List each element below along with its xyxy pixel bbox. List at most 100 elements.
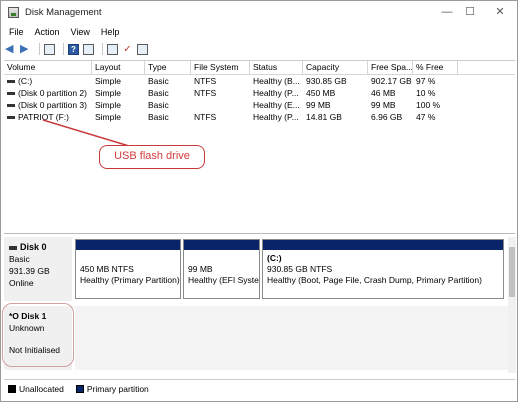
column-percent-free[interactable]: % Free xyxy=(413,61,458,74)
partition-title xyxy=(188,253,255,264)
volume-capacity: 99 MB xyxy=(306,100,331,110)
primary-partition-swatch xyxy=(75,384,84,393)
volume-row[interactable]: PATRIOT (F:) Simple Basic NTFS Healthy (… xyxy=(4,111,515,123)
menu-file[interactable]: File xyxy=(9,27,24,37)
volume-percent-free: 47 % xyxy=(416,112,436,122)
disk-management-app-icon xyxy=(8,6,19,18)
menu-help[interactable]: Help xyxy=(101,27,120,37)
forward-arrow-icon[interactable]: ▶ xyxy=(20,43,31,55)
volume-status: Healthy (P... xyxy=(253,112,299,122)
volume-file-system: NTFS xyxy=(194,112,217,122)
volume-free-space: 902.17 GB xyxy=(371,76,412,86)
drive-icon xyxy=(7,92,15,96)
disk1-highlight xyxy=(2,303,74,367)
volume-name: PATRIOT (F:) xyxy=(18,112,69,122)
vertical-scrollbar[interactable] xyxy=(508,237,516,373)
volume-type: Basic xyxy=(148,112,169,122)
usb-callout: USB flash drive xyxy=(99,145,205,169)
legend-primary-partition: Primary partition xyxy=(86,383,149,394)
disk0-partition[interactable]: 99 MB Healthy (EFI System xyxy=(183,239,260,299)
volume-free-space: 99 MB xyxy=(371,100,396,110)
legend: Unallocated Primary partition xyxy=(4,379,515,397)
column-volume[interactable]: Volume xyxy=(4,61,92,74)
partition-status: Healthy (Boot, Page File, Crash Dump, Pr… xyxy=(267,275,482,285)
disk-icon xyxy=(9,245,17,250)
volume-capacity: 14.81 GB xyxy=(306,112,342,122)
volume-file-system xyxy=(191,99,250,111)
disk0-type: Basic xyxy=(9,254,30,264)
column-status[interactable]: Status xyxy=(250,61,303,74)
volume-free-space: 6.96 GB xyxy=(371,112,403,122)
column-capacity[interactable]: Capacity xyxy=(303,61,368,74)
checklist-icon[interactable]: ✓ xyxy=(122,44,133,55)
disk-management-window: Disk Management — ☐ ✕ File Action View H… xyxy=(0,0,518,402)
column-type[interactable]: Type xyxy=(145,61,191,74)
maximize-button[interactable]: ☐ xyxy=(460,4,480,20)
disk0-label[interactable]: Disk 0 Basic 931.39 GB Online xyxy=(4,237,72,301)
volume-file-system: NTFS xyxy=(194,88,217,98)
partition-bar xyxy=(184,240,259,250)
volume-name: (Disk 0 partition 2) xyxy=(18,88,87,98)
close-button[interactable]: ✕ xyxy=(490,4,510,20)
volume-layout: Simple xyxy=(95,76,121,86)
properties-icon[interactable] xyxy=(83,43,94,55)
menu-bar: File Action View Help xyxy=(1,24,517,40)
window-title: Disk Management xyxy=(25,6,102,18)
volume-row[interactable]: (C:) Simple Basic NTFS Healthy (B... 930… xyxy=(4,75,515,87)
disk0-size: 931.39 GB xyxy=(9,266,50,276)
toolbar: ◀ ▶ ? ✓ xyxy=(1,41,517,57)
disk0-partition[interactable]: (C:) 930.85 GB NTFS Healthy (Boot, Page … xyxy=(262,239,504,299)
connect-drive-icon[interactable] xyxy=(107,43,118,55)
partition-size: 450 MB NTFS xyxy=(80,264,134,274)
volume-type: Basic xyxy=(148,88,169,98)
disk0-state: Online xyxy=(9,278,34,288)
scrollbar-thumb[interactable] xyxy=(509,247,515,297)
drive-icon xyxy=(7,80,15,84)
partition-title xyxy=(80,253,176,264)
partition-title: (C:) xyxy=(267,253,282,263)
volume-status: Healthy (E... xyxy=(253,100,300,110)
volume-layout: Simple xyxy=(95,112,121,122)
view-icon[interactable] xyxy=(137,43,148,55)
volume-list-header: Volume Layout Type File System Status Ca… xyxy=(4,61,515,75)
column-free-space[interactable]: Free Spa... xyxy=(368,61,413,74)
volume-name: (C:) xyxy=(18,76,33,86)
volume-row[interactable]: (Disk 0 partition 2) Simple Basic NTFS H… xyxy=(4,87,515,99)
unallocated-swatch xyxy=(8,384,16,393)
partition-status: Healthy (EFI System xyxy=(188,275,259,285)
toolbar-separator xyxy=(39,43,40,55)
console-tree-icon[interactable] xyxy=(44,43,55,55)
volume-free-space: 46 MB xyxy=(371,88,396,98)
column-layout[interactable]: Layout xyxy=(92,61,145,74)
volume-status: Healthy (P... xyxy=(253,88,299,98)
legend-unallocated: Unallocated xyxy=(19,383,64,394)
volume-type: Basic xyxy=(148,100,169,110)
toolbar-separator xyxy=(102,43,103,55)
menu-action[interactable]: Action xyxy=(35,27,60,37)
back-arrow-icon[interactable]: ◀ xyxy=(5,43,16,55)
volume-name: (Disk 0 partition 3) xyxy=(18,100,87,110)
minimize-button[interactable]: — xyxy=(437,4,457,20)
partition-bar xyxy=(76,240,180,250)
volume-row[interactable]: (Disk 0 partition 3) Simple Basic Health… xyxy=(4,99,515,111)
column-file-system[interactable]: File System xyxy=(191,61,250,74)
drive-icon xyxy=(7,116,15,120)
drive-icon xyxy=(7,104,15,108)
volume-type: Basic xyxy=(148,76,169,86)
volume-list: Volume Layout Type File System Status Ca… xyxy=(4,60,515,228)
title-bar: Disk Management — ☐ ✕ xyxy=(1,1,517,23)
toolbar-separator xyxy=(63,43,64,55)
volume-percent-free: 97 % xyxy=(416,76,436,86)
disk1-area[interactable] xyxy=(75,306,515,370)
volume-percent-free: 100 % xyxy=(416,100,441,110)
volume-layout: Simple xyxy=(95,100,121,110)
volume-status: Healthy (B... xyxy=(253,76,300,86)
partition-status: Healthy (Primary Partition) xyxy=(80,275,180,285)
partition-size: 930.85 GB NTFS xyxy=(267,264,333,274)
help-icon[interactable]: ? xyxy=(68,43,79,55)
volume-capacity: 930.85 GB xyxy=(306,76,347,86)
volume-layout: Simple xyxy=(95,88,121,98)
disk0-partition[interactable]: 450 MB NTFS Healthy (Primary Partition) xyxy=(75,239,181,299)
menu-view[interactable]: View xyxy=(71,27,90,37)
disk0-name: Disk 0 xyxy=(20,242,47,252)
